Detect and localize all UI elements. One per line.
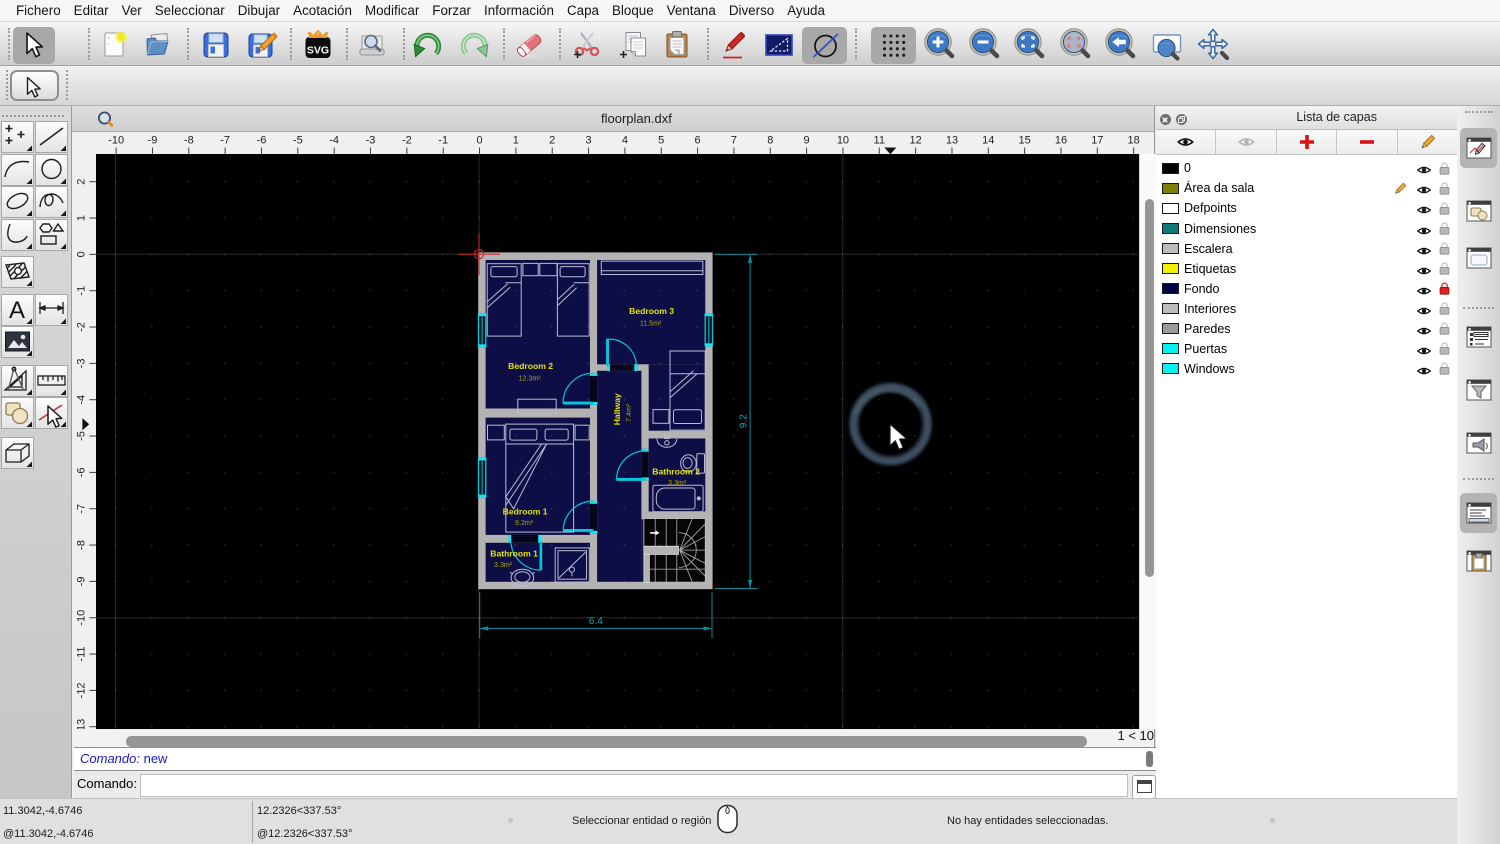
- svg-text:-7: -7: [75, 504, 87, 514]
- svg-text:-10: -10: [108, 134, 124, 146]
- svg-text:7: 7: [731, 134, 737, 146]
- svg-text:-4: -4: [75, 395, 87, 405]
- svg-text:2: 2: [549, 134, 555, 146]
- svg-text:11: 11: [874, 134, 885, 146]
- svg-text:Bedroom 1: Bedroom 1: [503, 506, 548, 516]
- svg-text:-2: -2: [75, 322, 87, 332]
- svg-text:-10: -10: [75, 610, 87, 626]
- svg-text:-6: -6: [75, 468, 87, 478]
- svg-text:6: 6: [695, 134, 701, 146]
- svg-text:0: 0: [75, 251, 87, 257]
- svg-text:A: A: [9, 297, 25, 324]
- svg-text:-7: -7: [220, 134, 230, 146]
- svg-text:9.2: 9.2: [739, 414, 750, 428]
- svg-text:2: 2: [75, 179, 87, 185]
- svg-text:-1: -1: [75, 286, 87, 296]
- svg-text:Bedroom 2: Bedroom 2: [509, 361, 554, 371]
- svg-text:9.2m²: 9.2m²: [515, 519, 534, 527]
- svg-text:-9: -9: [75, 577, 87, 587]
- svg-text:1: 1: [513, 134, 519, 146]
- svg-text:-8: -8: [75, 540, 87, 550]
- svg-text:-5: -5: [75, 431, 87, 441]
- svg-text:0: 0: [476, 134, 482, 146]
- svg-text:Bathroom 1: Bathroom 1: [491, 548, 539, 558]
- svg-text:11.5m²: 11.5m²: [640, 319, 662, 327]
- svg-text:-12: -12: [75, 683, 87, 699]
- svg-text:-9: -9: [148, 134, 158, 146]
- svg-text:10: 10: [837, 134, 849, 146]
- svg-text:-3: -3: [75, 359, 87, 369]
- svg-text:-6: -6: [257, 134, 267, 146]
- svg-text:12: 12: [910, 134, 922, 146]
- svg-text:-13: -13: [75, 719, 87, 729]
- svg-text:-1: -1: [438, 134, 448, 146]
- svg-text:6.4: 6.4: [589, 616, 603, 627]
- svg-text:15: 15: [1019, 134, 1031, 146]
- svg-text:7.4m²: 7.4m²: [625, 403, 633, 422]
- svg-text:-2: -2: [402, 134, 412, 146]
- svg-text:13: 13: [946, 134, 958, 146]
- svg-text:3.3m²: 3.3m²: [494, 561, 513, 569]
- svg-text:3: 3: [586, 134, 592, 146]
- svg-text:-5: -5: [293, 134, 303, 146]
- svg-text:5: 5: [658, 134, 664, 146]
- svg-text:18: 18: [1128, 134, 1140, 146]
- svg-text:Hallway: Hallway: [612, 393, 622, 425]
- svg-text:SVG: SVG: [307, 45, 329, 57]
- svg-text:4: 4: [622, 134, 628, 146]
- svg-text:Bedroom 3: Bedroom 3: [630, 306, 675, 316]
- svg-text:1: 1: [75, 215, 87, 221]
- svg-text:9: 9: [804, 134, 810, 146]
- svg-text:17: 17: [1091, 134, 1103, 146]
- svg-text:-11: -11: [75, 647, 87, 662]
- svg-text:16: 16: [1055, 134, 1067, 146]
- svg-text:Bathroom 2: Bathroom 2: [653, 466, 701, 476]
- svg-text:12.3m²: 12.3m²: [519, 374, 542, 382]
- svg-text:-4: -4: [329, 134, 339, 146]
- svg-text:-3: -3: [366, 134, 376, 146]
- svg-text:-8: -8: [184, 134, 194, 146]
- svg-text:8: 8: [767, 134, 773, 146]
- svg-text:3.3m²: 3.3m²: [668, 479, 687, 487]
- svg-text:14: 14: [982, 134, 994, 146]
